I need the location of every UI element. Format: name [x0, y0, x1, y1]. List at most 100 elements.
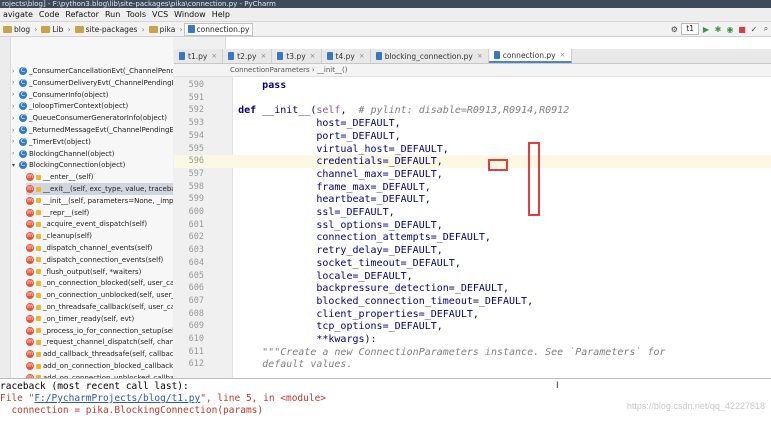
tree-method-item[interactable]: m _process_io_for_connection_setup(self)	[26, 325, 173, 337]
chevron-right-icon[interactable]: ›	[12, 103, 19, 110]
code-line[interactable]: 606 backpressure_detection=_DEFAULT,	[174, 282, 771, 295]
code-text: """Create a new ConnectionParameters ins…	[214, 346, 666, 358]
tree-method-item[interactable]: m __enter__(self)	[26, 171, 94, 183]
console-link[interactable]: F:/PycharmProjects/blog/t1.py	[34, 393, 200, 404]
code-editor[interactable]: ConnectionParameters › __init__() 590 pa…	[174, 64, 771, 378]
tree-method-item[interactable]: m __init__(self, parameters=None, _impl_c…	[26, 195, 173, 207]
code-line[interactable]: 607 blocked_connection_timeout=_DEFAULT,	[174, 295, 771, 308]
chevron-down-icon[interactable]: ▾	[12, 162, 19, 169]
close-icon[interactable]: ×	[260, 52, 266, 60]
code-line[interactable]: 592 def __init__(self, # pylint: disable…	[174, 104, 771, 117]
code-line[interactable]: 593 host=_DEFAULT,	[174, 117, 771, 130]
menu-vcs[interactable]: VCS	[149, 10, 171, 19]
vcs-update-icon[interactable]: ✓	[749, 24, 759, 34]
tree-method-item[interactable]: m add_callback_threadsafe(self, callback)	[26, 348, 173, 360]
breadcrumb-site-packages[interactable]: site-packages	[72, 25, 141, 34]
tab-connection[interactable]: connection.py ×	[488, 49, 572, 63]
tree-method-item[interactable]: m _on_connection_blocked(self, user_callb…	[26, 277, 173, 289]
menu-run[interactable]: Run	[102, 10, 123, 19]
code-line[interactable]: 600 ssl=_DEFAULT,	[174, 206, 771, 219]
chevron-right-icon[interactable]: ›	[12, 79, 19, 86]
code-line[interactable]: 602 connection_attempts=_DEFAULT,	[174, 231, 771, 244]
python-file-icon	[228, 52, 235, 60]
code-breadcrumb[interactable]: ConnectionParameters › __init__()	[174, 64, 771, 77]
tree-method-item[interactable]: m _acquire_event_dispatch(self)	[26, 218, 147, 230]
chevron-right-icon[interactable]: ›	[12, 68, 19, 75]
code-line[interactable]: 597 channel_max=_DEFAULT,	[174, 168, 771, 181]
search-icon[interactable]: ⌕	[761, 24, 771, 34]
breadcrumb-lib[interactable]: Lib	[38, 25, 66, 34]
chevron-right-icon[interactable]: ›	[12, 91, 19, 98]
code-line[interactable]: 596 credentials=_DEFAULT,	[174, 155, 771, 169]
tree-method-item[interactable]: m _cleanup(self)	[26, 230, 92, 242]
menu-navigate[interactable]: avigate	[0, 10, 36, 19]
code-line[interactable]: 595 virtual_host=_DEFAULT,	[174, 143, 771, 156]
code-line[interactable]: 599 heartbeat=_DEFAULT,	[174, 193, 771, 206]
tree-method-item[interactable]: m _on_connection_unblocked(self, user_ca	[26, 289, 173, 301]
code-line[interactable]: 591	[174, 92, 771, 105]
menu-window[interactable]: Window	[171, 10, 209, 19]
method-icon: m	[26, 303, 34, 311]
tree-class-item[interactable]: › C _ConsumerInfo(object)	[12, 89, 108, 101]
tree-method-item[interactable]: m _on_threadsafe_callback(self, user_call…	[26, 301, 173, 313]
chevron-right-icon[interactable]: ›	[12, 150, 19, 157]
code-line[interactable]: 605 locale=_DEFAULT,	[174, 270, 771, 283]
tree-class-item[interactable]: › C _IoloopTimerContext(object)	[12, 100, 128, 112]
code-line[interactable]: 598 frame_max=_DEFAULT,	[174, 181, 771, 194]
menu-refactor[interactable]: Refactor	[62, 10, 102, 19]
tab-t1[interactable]: t1.py ×	[174, 49, 224, 63]
menu-tools[interactable]: Tools	[123, 10, 149, 19]
tree-class-item[interactable]: › C _ReturnedMessageEvt(_ChannelPendingEvt…	[12, 124, 173, 136]
tree-method-item[interactable]: m add_on_connection_blocked_callback(se	[26, 360, 173, 372]
close-icon[interactable]: ×	[211, 52, 217, 60]
tree-method-item[interactable]: m _dispatch_channel_events(self)	[26, 242, 152, 254]
tree-method-item[interactable]: m __repr__(self)	[26, 207, 89, 219]
code-line[interactable]: 611 """Create a new ConnectionParameters…	[174, 346, 771, 359]
code-line[interactable]: 601 ssl_options=_DEFAULT,	[174, 219, 771, 232]
code-line[interactable]: 603 retry_delay=_DEFAULT,	[174, 244, 771, 257]
code-line[interactable]: 608 client_properties=_DEFAULT,	[174, 308, 771, 321]
code-line[interactable]: 604 socket_timeout=_DEFAULT,	[174, 257, 771, 270]
tab-blocking-connection[interactable]: blocking_connection.py ×	[371, 49, 489, 63]
stop-icon[interactable]: ■	[737, 24, 747, 34]
close-icon[interactable]: ×	[560, 51, 566, 59]
code-line[interactable]: 610 **kwargs):	[174, 333, 771, 346]
menu-code[interactable]: Code	[36, 10, 62, 19]
breadcrumb-connection-py[interactable]: connection.py	[183, 22, 254, 36]
breadcrumb-pika[interactable]: pika	[146, 25, 179, 34]
tree-method-item[interactable]: m _request_channel_dispatch(self, channel	[26, 336, 173, 348]
code-line[interactable]: 590 pass	[174, 79, 771, 92]
tree-method-item[interactable]: m __exit__(self, exc_type, value, traceba…	[26, 183, 173, 195]
line-number: 602	[188, 232, 204, 243]
tree-class-item[interactable]: › C _ConsumerDeliveryEvt(_ChannelPendingEv…	[12, 77, 173, 89]
tree-method-item[interactable]: m _on_timer_ready(self, evt)	[26, 313, 134, 325]
tree-method-item[interactable]: m _flush_output(self, *waiters)	[26, 266, 141, 278]
build-icon[interactable]: ⚙	[669, 24, 679, 34]
breadcrumb-blog[interactable]: blog	[0, 25, 33, 34]
tab-t2[interactable]: t2.py ×	[223, 49, 273, 63]
tree-class-item[interactable]: ›C_ConsumerCancellationEvt(_ChannelPendi…	[12, 65, 173, 77]
run-config-select[interactable]: t1	[681, 23, 699, 35]
code-line[interactable]: 612 default values.	[174, 358, 771, 371]
menu-help[interactable]: Help	[209, 10, 233, 19]
tree-class-item[interactable]: ▾ C BlockingConnection(object)	[12, 159, 125, 171]
close-icon[interactable]: ×	[477, 52, 483, 60]
tree-class-item[interactable]: › C _TimerEvt(object)	[12, 136, 91, 148]
code-line[interactable]: 609 tcp_options=_DEFAULT,	[174, 320, 771, 333]
tree-class-item[interactable]: › C BlockingChannel(object)	[12, 148, 115, 160]
close-icon[interactable]: ×	[310, 52, 316, 60]
coverage-icon[interactable]: ◉	[725, 24, 735, 34]
chevron-right-icon[interactable]: ›	[12, 127, 19, 134]
tree-class-item[interactable]: › C _QueueConsumerGeneratorInfo(object)	[12, 112, 167, 124]
tab-t3[interactable]: t3.py ×	[272, 49, 322, 63]
debug-icon[interactable]: ✱	[713, 24, 723, 34]
chevron-right-icon[interactable]: ›	[12, 138, 19, 145]
tree-method-item[interactable]: m _dispatch_connection_events(self)	[26, 254, 163, 266]
chevron-right-icon[interactable]: ›	[12, 115, 19, 122]
tab-t4[interactable]: t4.py ×	[322, 49, 371, 63]
run-console[interactable]: raceback (most recent call last): File "…	[0, 378, 771, 421]
close-icon[interactable]: ×	[359, 52, 365, 60]
code-line[interactable]: 594 port=_DEFAULT,	[174, 130, 771, 143]
code-text: credentials=_DEFAULT,	[214, 156, 443, 168]
run-icon[interactable]: ▶	[701, 24, 711, 34]
